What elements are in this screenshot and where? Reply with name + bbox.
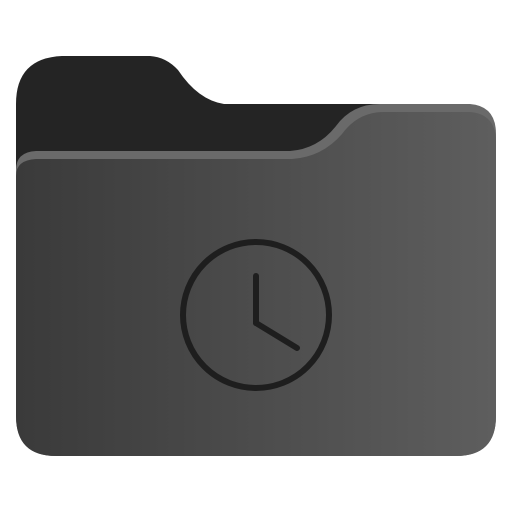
icon-canvas [0, 0, 512, 512]
folder-recent-icon [16, 56, 496, 456]
